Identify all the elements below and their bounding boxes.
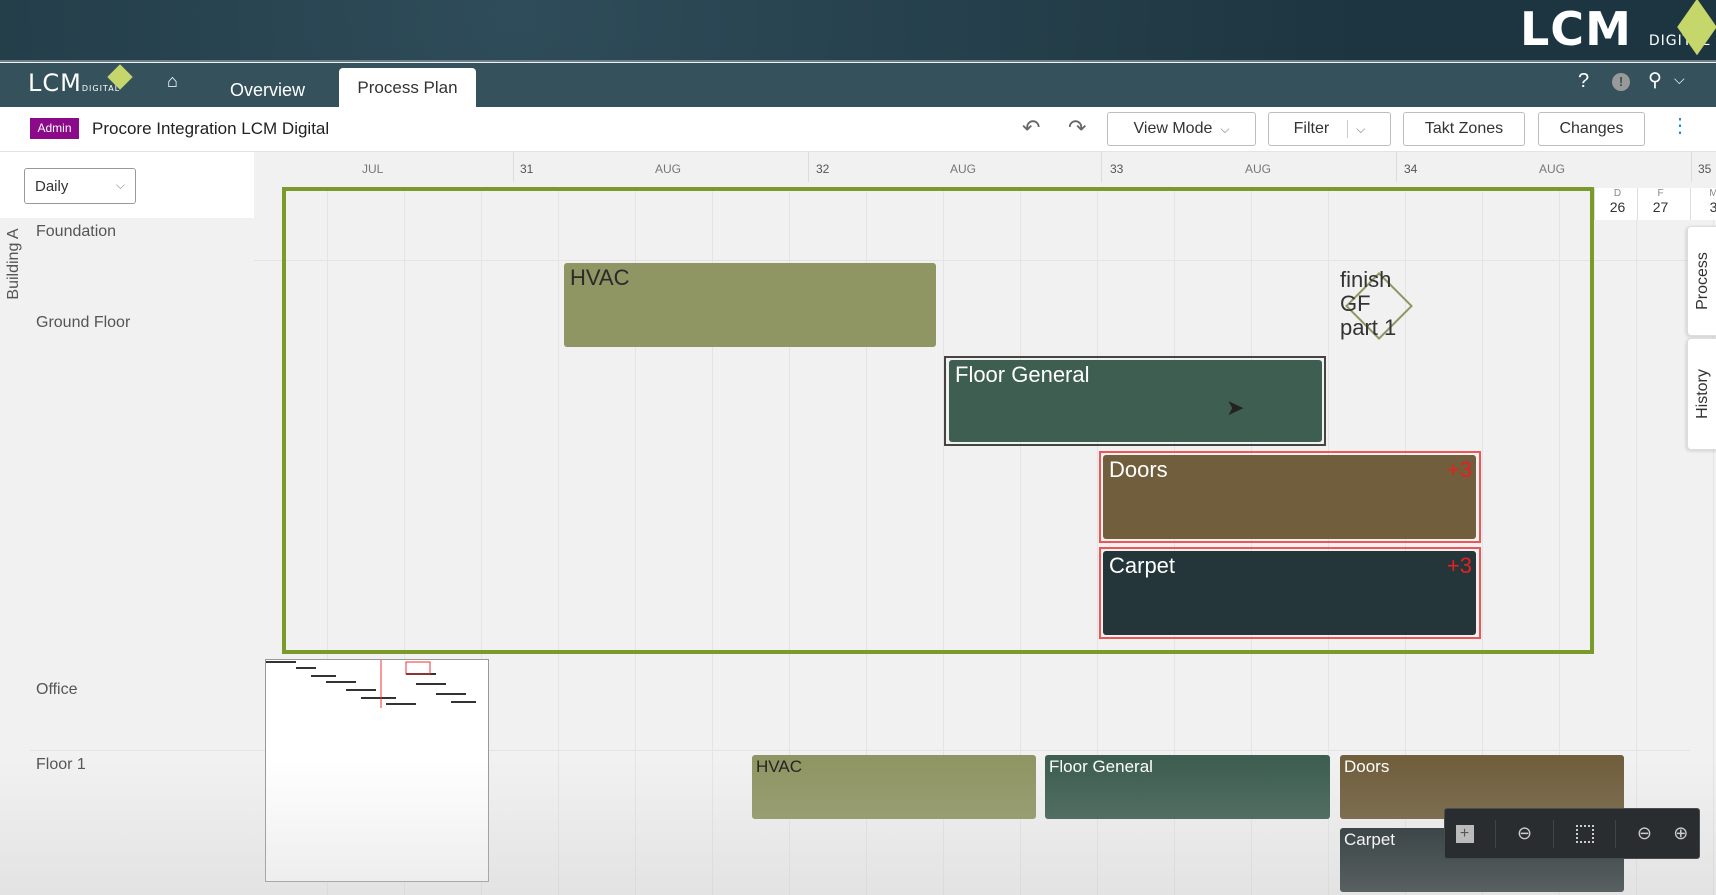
changes-label: Changes — [1559, 120, 1624, 137]
takt-zones-button[interactable]: Takt Zones — [1403, 112, 1525, 146]
day-number: 26 — [1609, 199, 1626, 215]
week-divider — [513, 152, 514, 182]
takt-zones-label: Takt Zones — [1424, 120, 1504, 137]
task-label: HVAC — [756, 757, 802, 776]
more-menu-icon[interactable]: ⋮ — [1670, 113, 1690, 138]
chevron-down-icon[interactable]: ⌵ — [1674, 71, 1685, 88]
nav-bar: LCMDIGITAL ⌂ Overview ? ! ⚲ ⌵ — [0, 63, 1716, 107]
admin-badge: Admin — [30, 118, 79, 139]
select-area-icon[interactable] — [1575, 824, 1594, 843]
task-label: Doors — [1344, 757, 1390, 776]
side-tab-label: History — [1694, 369, 1711, 419]
group-label-text: Building A — [5, 228, 22, 300]
undo-icon[interactable]: ↶ — [1022, 115, 1040, 141]
cursor-icon: ➤ — [1226, 395, 1245, 420]
top-banner: LCM DIGITAL — [0, 0, 1716, 62]
timeline-week-label: 34 — [1404, 162, 1418, 176]
divider — [1553, 819, 1555, 848]
day-number: 27 — [1652, 199, 1669, 215]
row-label-ground-floor: Ground Floor — [36, 314, 131, 331]
week-divider — [1691, 152, 1692, 182]
task-floor-general[interactable]: Floor General — [949, 360, 1322, 442]
floor1-task-floor-general[interactable]: Floor General — [1045, 755, 1330, 819]
timeline-week-label: 33 — [1110, 162, 1124, 176]
app-logo[interactable]: LCMDIGITAL — [28, 69, 120, 97]
timeline-week-label: 31 — [520, 162, 534, 176]
view-mode-button[interactable]: View Mode ⌵ — [1107, 112, 1256, 146]
timeline-month-label: AUG — [655, 162, 682, 176]
timeline-week-label: 35 — [1698, 162, 1712, 176]
chevron-down-icon[interactable]: ⌵ — [1356, 122, 1365, 137]
day-cell: F 27 — [1637, 188, 1683, 220]
row-label-office: Office — [36, 681, 78, 698]
day-cell: D 26 — [1594, 188, 1640, 220]
conflict-count: +3 — [1446, 457, 1472, 482]
filter-label: Filter — [1293, 120, 1330, 137]
day-number: 3 — [1709, 199, 1716, 215]
zoom-in-icon[interactable]: ⊕ — [1673, 823, 1688, 844]
changes-button[interactable]: Changes — [1538, 112, 1645, 146]
task-label: Floor General — [1049, 757, 1153, 776]
day-of-week: F — [1657, 188, 1664, 199]
timeline-week-label: 32 — [816, 162, 830, 176]
minimap-preview — [266, 660, 476, 708]
timeline-month-label: JUL — [362, 162, 384, 176]
app-logo-sub: DIGITAL — [81, 84, 121, 93]
side-tab-label: Process — [1694, 252, 1711, 310]
task-carpet[interactable]: Carpet +3 — [1103, 551, 1476, 635]
side-tab-process[interactable]: Process — [1687, 226, 1716, 336]
task-label: Carpet — [1109, 553, 1176, 578]
week-divider — [1101, 152, 1102, 182]
row-label-floor-1: Floor 1 — [36, 756, 86, 773]
timeline-header — [254, 152, 1716, 188]
side-tab-history[interactable]: History — [1687, 338, 1716, 450]
divider — [1614, 819, 1616, 848]
row-label-foundation: Foundation — [36, 223, 117, 240]
project-title: Procore Integration LCM Digital — [92, 119, 330, 138]
timeline-month-label: AUG — [1245, 162, 1272, 176]
day-cell: M3 — [1690, 188, 1716, 220]
view-mode-label: View Mode — [1133, 120, 1213, 137]
grid-line — [1636, 188, 1637, 895]
banner-logo-text: LCM — [1520, 2, 1632, 56]
help-icon[interactable]: ? — [1578, 70, 1589, 93]
floor1-task-hvac[interactable]: HVAC — [752, 755, 1036, 819]
user-icon[interactable]: ⚲ — [1648, 69, 1662, 92]
canvas-toolbar: + ⊖ ⊖ ⊕ — [1444, 808, 1700, 859]
chevron-down-icon: ⌵ — [1220, 121, 1230, 136]
week-divider — [1396, 152, 1397, 182]
redo-icon[interactable]: ↷ — [1068, 115, 1086, 141]
scale-select[interactable]: Daily ⌵ — [24, 168, 136, 204]
tab-process-plan[interactable]: Process Plan — [339, 68, 476, 107]
conflict-count: +3 — [1446, 553, 1472, 578]
day-of-week: D — [1613, 188, 1622, 199]
task-doors[interactable]: Doors +3 — [1103, 455, 1476, 539]
add-icon[interactable]: + — [1455, 824, 1474, 843]
task-label: HVAC — [570, 265, 630, 290]
zoom-out-icon[interactable]: ⊖ — [1637, 823, 1652, 844]
task-label: Floor General — [955, 362, 1090, 387]
timeline-month-label: AUG — [950, 162, 977, 176]
chevron-down-icon: ⌵ — [115, 178, 125, 192]
timeline-month-label: AUG — [1539, 162, 1566, 176]
divider — [1494, 819, 1496, 848]
home-icon[interactable]: ⌂ — [167, 71, 178, 92]
task-hvac[interactable]: HVAC — [564, 263, 936, 347]
task-label: Carpet — [1344, 830, 1396, 849]
filter-button[interactable]: Filter ⌵ — [1268, 112, 1391, 146]
alert-icon[interactable]: ! — [1612, 73, 1630, 91]
app-logo-text: LCM — [28, 69, 82, 97]
minimap[interactable] — [265, 659, 489, 882]
group-label: Building A — [2, 224, 26, 304]
milestone-label: finish GF part 1 — [1340, 267, 1397, 340]
divider — [1347, 120, 1349, 138]
task-label: Doors — [1109, 457, 1168, 482]
week-divider — [808, 152, 809, 182]
link-icon[interactable]: ⊖ — [1517, 823, 1532, 844]
tab-overview[interactable]: Overview — [230, 80, 305, 101]
scale-select-value: Daily — [35, 178, 69, 195]
day-of-week: M — [1709, 188, 1716, 199]
